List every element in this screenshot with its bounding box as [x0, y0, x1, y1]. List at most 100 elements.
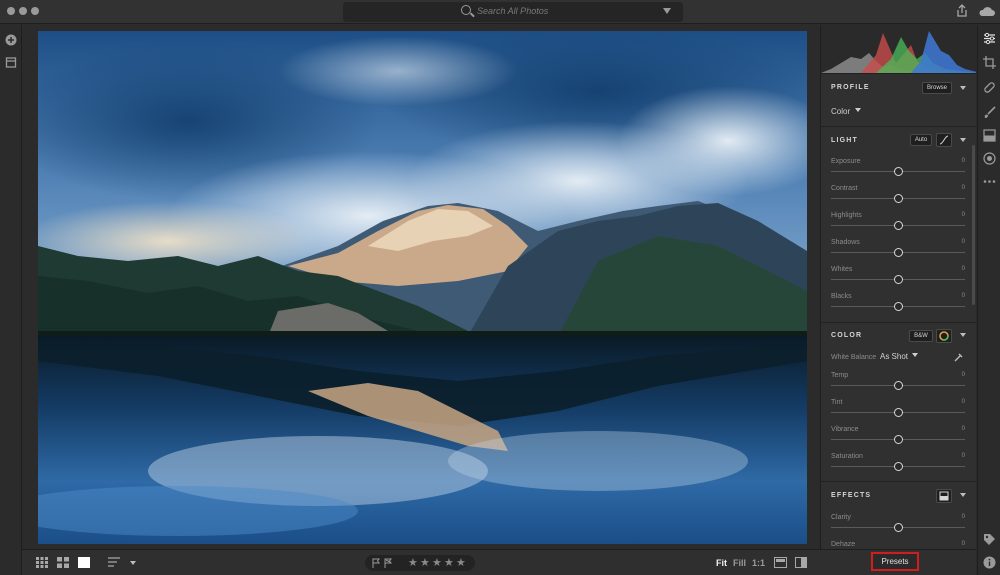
star-rating-3[interactable]: ★ — [432, 556, 442, 569]
slider-label: Vibrance — [831, 426, 859, 433]
eyedropper-icon[interactable] — [954, 352, 964, 362]
tone-curve-button[interactable] — [936, 133, 952, 147]
flag-pick-icon[interactable] — [372, 558, 381, 568]
window-close-dot[interactable] — [7, 7, 15, 15]
color-collapse-icon[interactable] — [960, 333, 966, 337]
slider-exposure[interactable]: Exposure 0 — [831, 158, 965, 178]
brush-icon[interactable] — [983, 106, 996, 119]
compare-icon[interactable] — [774, 557, 787, 568]
slider-value[interactable]: 0 — [962, 372, 965, 378]
slider-value[interactable]: 0 — [962, 514, 965, 520]
profile-heading: PROFILE — [831, 84, 870, 91]
slider-highlights[interactable]: Highlights 0 — [831, 212, 965, 232]
radial-gradient-icon[interactable] — [983, 152, 996, 165]
slider-thumb[interactable] — [894, 462, 903, 471]
presets-button[interactable]: Presets — [871, 552, 919, 571]
slider-thumb[interactable] — [894, 167, 903, 176]
slider-whites[interactable]: Whites 0 — [831, 266, 965, 286]
crop-icon[interactable] — [983, 56, 996, 69]
search-input[interactable]: Search All Photos — [343, 2, 683, 22]
detail-view-icon[interactable] — [78, 557, 90, 568]
slider-vibrance[interactable]: Vibrance 0 — [831, 426, 965, 446]
browse-profiles-button[interactable]: Browse — [922, 82, 952, 94]
profile-dropdown[interactable]: Color — [831, 107, 862, 116]
effects-collapse-icon[interactable] — [960, 493, 966, 497]
zoom-fill-button[interactable]: Fill — [733, 558, 746, 568]
tag-icon[interactable] — [983, 533, 996, 546]
slider-temp[interactable]: Temp 0 — [831, 372, 965, 392]
profile-collapse-icon[interactable] — [960, 86, 966, 90]
slider-value[interactable]: 0 — [962, 212, 965, 218]
flag-reject-icon[interactable] — [384, 558, 393, 568]
white-balance-dropdown[interactable]: As Shot — [880, 352, 919, 361]
zoom-fit-button[interactable]: Fit — [716, 558, 727, 568]
slider-value[interactable]: 0 — [962, 426, 965, 432]
slider-value[interactable]: 0 — [962, 541, 965, 547]
slider-dehaze[interactable]: Dehaze 0 — [831, 541, 965, 549]
slider-value[interactable]: 0 — [962, 453, 965, 459]
slider-thumb[interactable] — [894, 248, 903, 257]
slider-thumb[interactable] — [894, 523, 903, 532]
slider-label: Contrast — [831, 185, 858, 192]
slider-value[interactable]: 0 — [962, 266, 965, 272]
slider-label: Highlights — [831, 212, 862, 219]
slider-value[interactable]: 0 — [962, 399, 965, 405]
slider-contrast[interactable]: Contrast 0 — [831, 185, 965, 205]
slider-value[interactable]: 0 — [962, 158, 965, 164]
slider-label: Shadows — [831, 239, 860, 246]
photo-grid-icon[interactable] — [57, 557, 69, 568]
vignette-button[interactable] — [936, 489, 952, 503]
library-icon[interactable] — [5, 56, 17, 68]
slider-thumb[interactable] — [894, 408, 903, 417]
search-icon — [461, 5, 471, 15]
more-icon[interactable] — [983, 175, 996, 188]
star-rating-1[interactable]: ★ — [408, 556, 418, 569]
slider-label: Tint — [831, 399, 843, 406]
add-photos-icon[interactable] — [5, 34, 17, 46]
share-icon[interactable] — [955, 4, 969, 18]
slider-label: Blacks — [831, 293, 852, 300]
window-minimize-dot[interactable] — [19, 7, 27, 15]
slider-saturation[interactable]: Saturation 0 — [831, 453, 965, 473]
panel-scrollbar[interactable] — [972, 145, 975, 305]
slider-value[interactable]: 0 — [962, 293, 965, 299]
healing-icon[interactable] — [983, 81, 996, 94]
info-icon[interactable] — [983, 556, 996, 569]
star-rating-2[interactable]: ★ — [420, 556, 430, 569]
square-grid-icon[interactable] — [36, 557, 48, 568]
slider-value[interactable]: 0 — [962, 185, 965, 191]
slider-value[interactable]: 0 — [962, 239, 965, 245]
filter-icon[interactable] — [663, 8, 671, 14]
landscape-photo — [38, 31, 807, 544]
split-view-icon[interactable] — [795, 557, 807, 568]
zoom-1to1-button[interactable]: 1:1 — [752, 558, 765, 568]
star-rating-5[interactable]: ★ — [456, 556, 466, 569]
color-mixer-button[interactable] — [936, 329, 952, 343]
linear-gradient-icon[interactable] — [983, 129, 996, 142]
search-placeholder: Search All Photos — [477, 6, 549, 16]
left-toolstrip — [0, 25, 22, 575]
window-zoom-dot[interactable] — [31, 7, 39, 15]
slider-thumb[interactable] — [894, 302, 903, 311]
slider-tint[interactable]: Tint 0 — [831, 399, 965, 419]
slider-thumb[interactable] — [894, 435, 903, 444]
black-white-button[interactable]: B&W — [909, 330, 933, 342]
vignette-icon — [939, 491, 949, 501]
slider-shadows[interactable]: Shadows 0 — [831, 239, 965, 259]
slider-thumb[interactable] — [894, 381, 903, 390]
light-collapse-icon[interactable] — [960, 138, 966, 142]
effects-heading: EFFECTS — [831, 492, 872, 499]
slider-clarity[interactable]: Clarity 0 — [831, 514, 965, 534]
sort-dropdown-icon[interactable] — [130, 561, 136, 565]
slider-label: Temp — [831, 372, 849, 379]
slider-thumb[interactable] — [894, 194, 903, 203]
slider-blacks[interactable]: Blacks 0 — [831, 293, 965, 313]
auto-button[interactable]: Auto — [910, 134, 932, 146]
sort-icon[interactable] — [108, 557, 121, 568]
photo-canvas[interactable] — [38, 31, 807, 544]
slider-thumb[interactable] — [894, 275, 903, 284]
slider-thumb[interactable] — [894, 221, 903, 230]
star-rating-4[interactable]: ★ — [444, 556, 454, 569]
edit-sliders-icon[interactable] — [983, 32, 996, 45]
cloud-icon[interactable] — [978, 4, 996, 18]
